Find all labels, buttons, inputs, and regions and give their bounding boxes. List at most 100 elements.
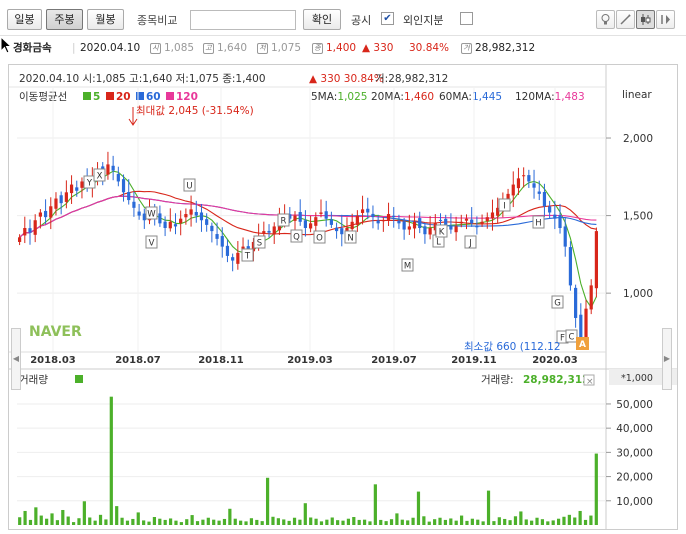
foreign-ownership-checkbox[interactable] bbox=[460, 12, 473, 25]
ohlc-readout: 2020.04.10 시:1,085 고:1,640 저:1,075 종:1,4… bbox=[19, 73, 448, 85]
moving-average-lines bbox=[19, 170, 597, 309]
volume-bar bbox=[147, 521, 151, 525]
ma-legend-swatch-5 bbox=[83, 92, 91, 100]
ma-value: 1,445 bbox=[472, 91, 502, 103]
stock-name: 경화금속 bbox=[13, 42, 52, 54]
candle-body bbox=[464, 218, 469, 221]
volume-bar bbox=[71, 522, 76, 525]
volume-bar bbox=[519, 511, 523, 525]
event-marker-M: M bbox=[404, 262, 411, 272]
candle-body bbox=[589, 285, 593, 310]
candle-type-icon[interactable] bbox=[636, 10, 655, 29]
volume-bar bbox=[314, 518, 318, 525]
event-marker-Q: Q bbox=[293, 233, 300, 243]
volume-bar bbox=[179, 522, 183, 525]
ma-legend-label-120: 120 bbox=[176, 91, 198, 103]
change-percent: 30.84% bbox=[409, 42, 450, 54]
time-tick-label: 2020.03 bbox=[532, 355, 578, 366]
volume-bar bbox=[346, 518, 351, 525]
volume-bar bbox=[55, 520, 60, 525]
volume-bar bbox=[50, 513, 54, 525]
volume-bar bbox=[158, 518, 162, 525]
price-tick-label: 2,000 bbox=[623, 133, 653, 145]
volume-bar bbox=[556, 518, 561, 525]
compare-stock-input[interactable] bbox=[190, 10, 296, 30]
low-field: 저 1,075 bbox=[257, 37, 301, 59]
volume-bar bbox=[352, 517, 356, 525]
price-tick-label: 1,500 bbox=[623, 211, 653, 223]
event-marker-V: V bbox=[149, 239, 155, 249]
candle-body bbox=[563, 226, 567, 247]
candle-body bbox=[584, 308, 588, 339]
volume-bar bbox=[508, 520, 512, 525]
ma-value: 1,460 bbox=[404, 91, 434, 103]
confirm-button[interactable]: 확인 bbox=[303, 9, 341, 30]
moving-average-legend-title: 이동평균선 bbox=[19, 91, 67, 103]
candle-body bbox=[579, 314, 583, 340]
candle-body bbox=[121, 179, 126, 193]
candle-body bbox=[127, 192, 131, 201]
candle-body bbox=[272, 226, 276, 235]
moving-average-values: 5MA: 1,025 20MA: 1,460 60MA: 1,445 120MA: 1,483 bbox=[311, 91, 585, 103]
candle-body bbox=[137, 211, 141, 216]
ma-value: 1,025 bbox=[337, 91, 367, 103]
candle-body bbox=[69, 184, 74, 194]
time-tick-label: 2018.07 bbox=[115, 355, 161, 366]
volume-value: 28,982,312 bbox=[475, 42, 536, 54]
volume-bar bbox=[287, 520, 291, 525]
candle-body bbox=[522, 175, 526, 177]
event-marker-G: G bbox=[554, 299, 561, 309]
disclosure-checkbox[interactable]: ✔ bbox=[381, 12, 394, 25]
candle-body bbox=[205, 219, 209, 225]
naver-watermark: NAVER bbox=[29, 324, 82, 340]
week-candle-button[interactable]: 주봉 bbox=[46, 9, 83, 30]
draw-tool-icon[interactable] bbox=[616, 10, 635, 29]
candle-body bbox=[480, 221, 484, 224]
event-marker-W: W bbox=[147, 210, 156, 220]
stock-chart[interactable]: 2020.04.10 시:1,085 고:1,640 저:1,075 종:1,4… bbox=[8, 64, 678, 530]
disclosure-label: 공시 bbox=[351, 14, 372, 27]
volume-bar bbox=[303, 503, 307, 525]
ma-value-label: 20MA: bbox=[371, 91, 404, 103]
volume-unit-label: *1,000 bbox=[621, 373, 653, 384]
max-value-annotation: 최대값 2,045 (-31.54%) bbox=[136, 105, 254, 117]
candle-body bbox=[548, 206, 552, 213]
ohlc-readout-change: ▲ 330 30.84% bbox=[309, 73, 384, 85]
candle-body bbox=[574, 287, 578, 318]
chart-canvas[interactable]: 2020.04.10 시:1,085 고:1,640 저:1,075 종:1,4… bbox=[9, 65, 677, 529]
volume-bar bbox=[492, 521, 496, 525]
volume-bar bbox=[330, 517, 334, 525]
volume-bar bbox=[298, 519, 302, 525]
volume-readout-label: 거래량: bbox=[481, 374, 514, 386]
volume-tick-label: 20,000 bbox=[616, 472, 653, 484]
volume-bar bbox=[476, 519, 480, 525]
lightbulb-icon[interactable] bbox=[596, 10, 615, 29]
candle-body bbox=[231, 257, 235, 261]
candle-body bbox=[267, 230, 271, 233]
scroll-right-handle[interactable]: ▶ bbox=[662, 328, 672, 390]
time-axis: 2018.03 2018.07 2018.11 2019.03 2019.07 2019.… bbox=[9, 351, 606, 366]
settings-icon[interactable] bbox=[656, 10, 675, 29]
candle-body bbox=[225, 245, 230, 256]
volume-bar bbox=[325, 519, 329, 525]
volume-bar bbox=[546, 521, 550, 525]
ma-legend-swatch-120 bbox=[166, 92, 174, 100]
event-marker-L: L bbox=[436, 238, 441, 248]
volume-bar bbox=[93, 520, 97, 525]
high-badge: 고 bbox=[203, 42, 214, 54]
scale-type-label[interactable]: linear bbox=[622, 89, 652, 101]
stock-info-bar: 경화금속 | 2020.04.10 시 1,085 고 1,640 저 1,075 종… bbox=[0, 37, 686, 59]
candle-body bbox=[402, 221, 406, 230]
event-marker-X: X bbox=[97, 172, 103, 182]
volume-bar bbox=[438, 517, 442, 525]
moving-average-legend[interactable]: 5 20 60 120 bbox=[83, 91, 198, 103]
time-tick-label: 2018.11 bbox=[198, 355, 244, 366]
volume-bar bbox=[530, 520, 534, 525]
volume-tick-label: 10,000 bbox=[616, 496, 653, 508]
volume-close-icon[interactable]: × bbox=[586, 377, 594, 387]
month-candle-button[interactable]: 월봉 bbox=[87, 9, 124, 30]
volume-bar bbox=[152, 517, 157, 525]
day-candle-button[interactable]: 일봉 bbox=[7, 9, 42, 30]
ma-legend-label-60: 60 bbox=[146, 91, 161, 103]
scroll-left-handle[interactable]: ◀ bbox=[11, 328, 21, 390]
